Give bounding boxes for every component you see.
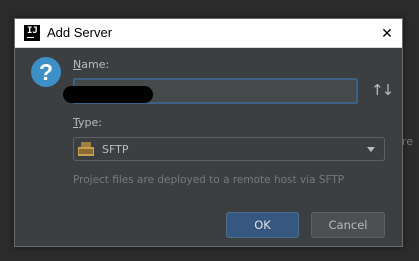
redacted-overlay [63,86,153,103]
name-label: Name: [73,58,110,71]
chevron-down-icon [367,147,375,152]
intellij-app-icon: IJ [24,25,40,41]
add-server-dialog: IJ Add Server ✕ ? Name: ↑↓ Type: SFTP Pr… [14,18,403,247]
close-button[interactable]: ✕ [372,19,402,48]
cancel-button[interactable]: Cancel [311,212,385,238]
dialog-title: Add Server [47,25,113,40]
sftp-icon [78,142,94,156]
question-icon: ? [31,57,61,87]
type-description: Project files are deployed to a remote h… [73,174,345,186]
sort-arrows-icon[interactable]: ↑↓ [371,81,394,99]
type-dropdown[interactable]: SFTP [73,137,385,161]
dialog-titlebar[interactable]: IJ Add Server ✕ [15,19,402,48]
background-text: re [402,135,414,148]
type-selected-value: SFTP [102,143,129,156]
type-label: Type: [73,116,102,129]
ok-button[interactable]: OK [226,212,299,238]
